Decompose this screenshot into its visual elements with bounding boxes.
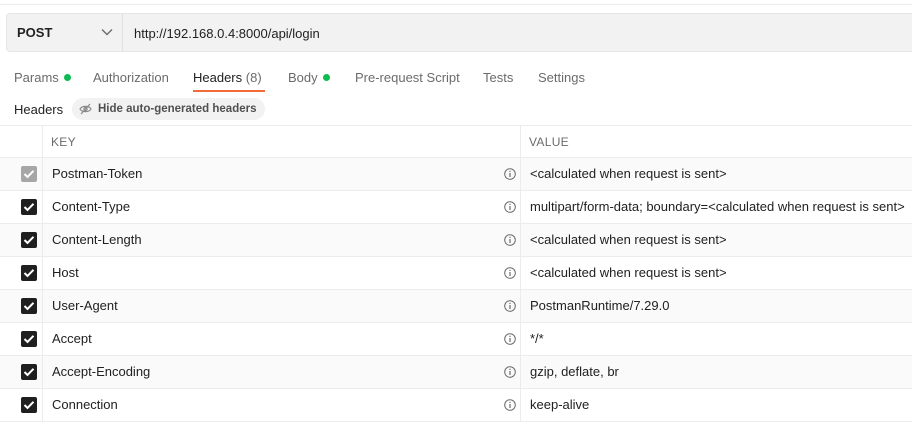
table-row: Postman-Token <calculated when request i…: [0, 158, 912, 191]
info-icon[interactable]: [504, 267, 516, 279]
header-value: */*: [530, 331, 544, 346]
header-value: multipart/form-data; boundary=<calculate…: [530, 199, 905, 214]
status-dot: [322, 74, 330, 81]
row-checkbox[interactable]: [21, 199, 37, 215]
column-divider: [42, 257, 43, 289]
tab-body[interactable]: Body: [288, 70, 330, 85]
table-row: Content-Length <calculated when request …: [0, 224, 912, 257]
tab-settings[interactable]: Settings: [538, 70, 585, 85]
info-icon[interactable]: [504, 201, 516, 213]
url-input[interactable]: http://192.168.0.4:8000/api/login: [134, 26, 320, 41]
column-divider: [520, 356, 521, 388]
tab-label: Settings: [538, 70, 585, 85]
tab-pre-request-script[interactable]: Pre-request Script: [355, 70, 460, 85]
tab-count: (8): [245, 70, 262, 85]
header-value: <calculated when request is sent>: [530, 265, 727, 280]
tab-headers[interactable]: Headers (8): [193, 70, 262, 85]
column-divider: [520, 224, 521, 256]
column-divider: [42, 158, 43, 190]
hide-button-label: Hide auto-generated headers: [98, 103, 257, 115]
header-key: Connection: [52, 397, 118, 412]
tab-params[interactable]: Params: [14, 70, 71, 85]
column-divider: [520, 323, 521, 355]
row-checkbox[interactable]: [21, 166, 37, 182]
row-checkbox[interactable]: [21, 298, 37, 314]
table-row: Accept-Encoding gzip, deflate, br: [0, 356, 912, 389]
headers-table: KEY VALUE Postman-Token <calculated when…: [0, 125, 912, 422]
column-divider: [42, 224, 43, 256]
tab-label: Tests: [483, 70, 514, 85]
chevron-down-icon: [101, 29, 113, 36]
column-divider: [520, 389, 521, 421]
table-row: Content-Type multipart/form-data; bounda…: [0, 191, 912, 224]
header-key: Content-Type: [52, 199, 131, 214]
info-icon[interactable]: [504, 300, 516, 312]
column-divider: [42, 126, 43, 157]
table-header: KEY VALUE: [0, 125, 912, 158]
header-value: keep-alive: [530, 397, 590, 412]
check-icon: [23, 335, 35, 344]
key-column-header: KEY: [51, 135, 76, 149]
tab-authorization[interactable]: Authorization: [93, 70, 169, 85]
row-checkbox[interactable]: [21, 232, 37, 248]
header-value: <calculated when request is sent>: [530, 166, 727, 181]
eye-off-icon: [79, 103, 92, 115]
header-key: Accept-Encoding: [52, 364, 151, 379]
header-value: <calculated when request is sent>: [530, 232, 727, 247]
check-icon: [23, 368, 35, 377]
column-divider: [42, 323, 43, 355]
header-key: Accept: [52, 331, 92, 346]
header-key: Postman-Token: [52, 166, 143, 181]
active-tab-indicator: [193, 90, 265, 92]
info-icon[interactable]: [504, 234, 516, 246]
tab-tests[interactable]: Tests: [483, 70, 513, 85]
column-divider: [520, 257, 521, 289]
table-row: Host <calculated when request is sent>: [0, 257, 912, 290]
info-icon[interactable]: [504, 333, 516, 345]
check-icon: [23, 401, 35, 410]
info-icon[interactable]: [504, 366, 516, 378]
row-checkbox[interactable]: [21, 265, 37, 281]
table-row: Connection keep-alive: [0, 389, 912, 422]
info-icon[interactable]: [504, 399, 516, 411]
header-value: PostmanRuntime/7.29.0: [530, 298, 670, 313]
column-divider: [520, 126, 521, 157]
tab-label: Authorization: [93, 70, 169, 85]
tab-label: Headers: [193, 70, 243, 85]
check-icon: [23, 203, 35, 212]
column-divider: [42, 356, 43, 388]
check-icon: [23, 236, 35, 245]
column-divider: [42, 389, 43, 421]
status-dot: [63, 74, 71, 81]
check-icon: [23, 302, 35, 311]
header-key: Content-Length: [52, 232, 142, 247]
column-divider: [42, 290, 43, 322]
top-divider: [0, 4, 912, 5]
headers-section-label: Headers: [14, 102, 64, 117]
request-tabs: Params Authorization Headers (8) Body Pr…: [0, 66, 912, 94]
check-icon: [23, 170, 35, 179]
check-icon: [23, 269, 35, 278]
column-divider: [520, 191, 521, 223]
method-select[interactable]: POST: [7, 14, 123, 51]
tab-label: Params: [14, 70, 59, 85]
column-divider: [520, 158, 521, 190]
row-checkbox[interactable]: [21, 331, 37, 347]
value-column-header: VALUE: [529, 135, 569, 149]
table-row: Accept */*: [0, 323, 912, 356]
column-divider: [520, 290, 521, 322]
request-url-bar: POST http://192.168.0.4:8000/api/login: [6, 13, 912, 52]
header-key: User-Agent: [52, 298, 118, 313]
method-label: POST: [17, 25, 53, 40]
tab-label: Pre-request Script: [355, 70, 460, 85]
info-icon[interactable]: [504, 168, 516, 180]
column-divider: [42, 191, 43, 223]
header-value: gzip, deflate, br: [530, 364, 619, 379]
row-checkbox[interactable]: [21, 397, 37, 413]
tab-label: Body: [288, 70, 318, 85]
hide-auto-generated-headers-button[interactable]: Hide auto-generated headers: [72, 98, 266, 120]
table-row: User-Agent PostmanRuntime/7.29.0: [0, 290, 912, 323]
row-checkbox[interactable]: [21, 364, 37, 380]
header-key: Host: [52, 265, 79, 280]
